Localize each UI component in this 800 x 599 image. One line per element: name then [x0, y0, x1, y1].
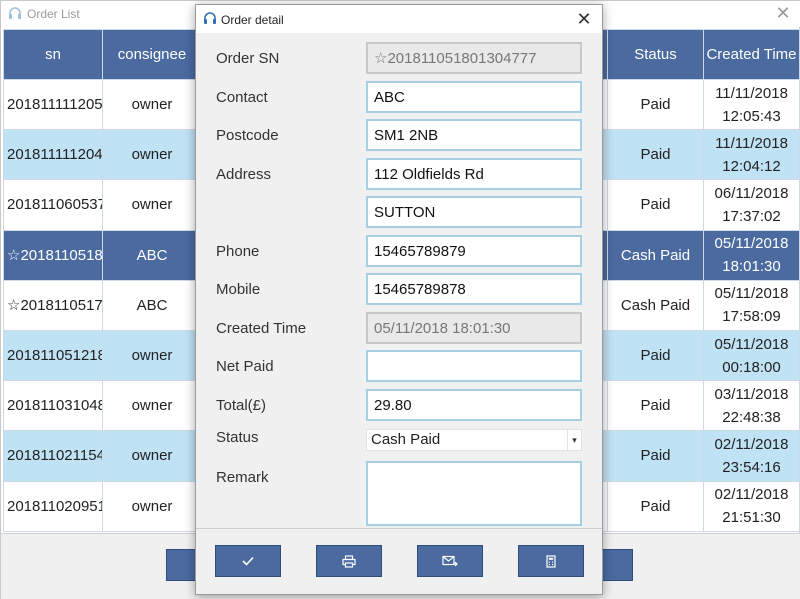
cell-consignee: ABC: [102, 279, 202, 331]
cell-sn: 201811020951: [3, 480, 103, 532]
chevron-down-icon[interactable]: ▾: [567, 430, 581, 450]
remark-label: Remark: [216, 469, 269, 486]
column-header-created-time[interactable]: Created Time: [703, 29, 800, 80]
status-dropdown-value: Cash Paid: [371, 431, 441, 448]
cell-created-date: 02/11/2018: [714, 435, 789, 453]
cell-consignee: owner: [102, 129, 202, 181]
total-label: Total(£): [216, 397, 267, 414]
order-sn-label: Order SN: [216, 50, 280, 67]
created-time-label: Created Time: [216, 320, 307, 337]
postcode-label: Postcode: [216, 127, 279, 144]
printer-icon: [342, 554, 356, 568]
cell-consignee: owner: [102, 78, 202, 131]
cell-created-time: 05/11/2018 17:58:09: [703, 279, 800, 331]
cell-created-clock: 23:54:16: [722, 458, 781, 476]
status-label: Status: [216, 429, 259, 446]
check-icon: [241, 555, 255, 567]
print-button[interactable]: [316, 545, 382, 577]
cell-sn: 201811060537: [3, 179, 103, 231]
phone-field[interactable]: [366, 235, 582, 267]
cell-created-clock: 00:18:00: [722, 358, 781, 376]
cell-created-time: 05/11/2018 00:18:00: [703, 329, 800, 382]
status-dropdown[interactable]: Cash Paid ▾: [366, 429, 582, 451]
cell-status: Paid: [607, 380, 704, 432]
column-header-status[interactable]: Status: [607, 29, 704, 80]
cell-status: Paid: [607, 430, 704, 482]
cell-consignee: owner: [102, 329, 202, 382]
cell-created-date: 11/11/2018: [715, 84, 788, 102]
cell-created-date: 03/11/2018: [714, 385, 789, 403]
cell-created-time: 05/11/2018 18:01:30: [703, 229, 800, 281]
cell-consignee: owner: [102, 380, 202, 432]
cell-created-clock: 17:37:02: [722, 207, 781, 225]
remark-field[interactable]: [366, 461, 582, 526]
address-label: Address: [216, 166, 272, 183]
mobile-label: Mobile: [216, 281, 261, 298]
mobile-field[interactable]: [366, 273, 582, 305]
cell-created-clock: 12:04:12: [722, 157, 781, 175]
cell-created-time: 06/11/2018 17:37:02: [703, 179, 800, 231]
phone-label: Phone: [216, 243, 260, 260]
cell-created-date: 05/11/2018: [714, 235, 789, 253]
cell-status: Paid: [607, 129, 704, 181]
created-time-field[interactable]: [366, 312, 582, 344]
cell-consignee: ABC: [102, 229, 202, 281]
address-line2-field[interactable]: [366, 196, 582, 228]
column-header-consignee[interactable]: consignee: [102, 29, 202, 80]
cell-status: Paid: [607, 480, 704, 532]
cell-sn: ☆20181105180: [3, 229, 103, 281]
cell-sn: 201811031048: [3, 380, 103, 432]
net-paid-label: Net Paid: [216, 358, 274, 375]
contact-label: Contact: [216, 89, 268, 106]
close-icon[interactable]: ✕: [574, 9, 594, 30]
cell-consignee: owner: [102, 430, 202, 482]
total-field[interactable]: [366, 389, 582, 421]
cell-status: Cash Paid: [607, 279, 704, 331]
cell-status: Paid: [607, 329, 704, 382]
cell-created-time: 02/11/2018 21:51:30: [703, 480, 800, 532]
cell-created-clock: 12:05:43: [722, 107, 781, 125]
order-sn-field[interactable]: [366, 42, 582, 74]
cell-created-clock: 17:58:09: [722, 308, 781, 326]
cell-status: Paid: [607, 179, 704, 231]
cell-sn: ☆20181105175: [3, 279, 103, 331]
cell-consignee: owner: [102, 179, 202, 231]
calculator-button[interactable]: [518, 545, 584, 577]
email-button[interactable]: [417, 545, 483, 577]
dialog-title: Order detail: [221, 13, 284, 27]
dialog-titlebar: Order detail ✕: [196, 5, 602, 33]
email-forward-icon: [442, 555, 458, 567]
calculator-icon: [546, 554, 556, 568]
cell-created-time: 11/11/2018 12:05:43: [703, 78, 800, 131]
cell-sn: 201811111204: [3, 129, 103, 181]
cell-sn: 201811111205: [3, 78, 103, 131]
net-paid-field[interactable]: [366, 350, 582, 382]
cell-created-time: 03/11/2018 22:48:38: [703, 380, 800, 432]
address-line1-field[interactable]: [366, 158, 582, 190]
close-icon[interactable]: ✕: [773, 3, 793, 24]
cell-consignee: owner: [102, 480, 202, 532]
cell-sn: 201811021154: [3, 430, 103, 482]
headset-icon: [202, 11, 218, 27]
cell-created-clock: 21:51:30: [722, 509, 781, 527]
order-detail-dialog: Order detail ✕ Order SN Contact Postcode…: [195, 4, 603, 595]
order-list-title: Order List: [27, 7, 80, 21]
cell-status: Paid: [607, 78, 704, 131]
cell-created-clock: 22:48:38: [722, 408, 781, 426]
cell-created-date: 06/11/2018: [714, 184, 789, 202]
cell-created-time: 11/11/2018 12:04:12: [703, 129, 800, 181]
cell-status: Cash Paid: [607, 229, 704, 281]
cell-created-date: 02/11/2018: [714, 486, 789, 504]
postcode-field[interactable]: [366, 119, 582, 151]
cell-created-clock: 18:01:30: [722, 258, 781, 276]
cell-created-date: 05/11/2018: [714, 335, 789, 353]
contact-field[interactable]: [366, 81, 582, 113]
confirm-button[interactable]: [215, 545, 281, 577]
column-header-sn[interactable]: sn: [3, 29, 103, 80]
cell-sn: 201811051218: [3, 329, 103, 382]
headset-icon: [7, 6, 23, 22]
cell-created-time: 02/11/2018 23:54:16: [703, 430, 800, 482]
cell-created-date: 05/11/2018: [714, 285, 789, 303]
cell-created-date: 11/11/2018: [715, 134, 788, 152]
